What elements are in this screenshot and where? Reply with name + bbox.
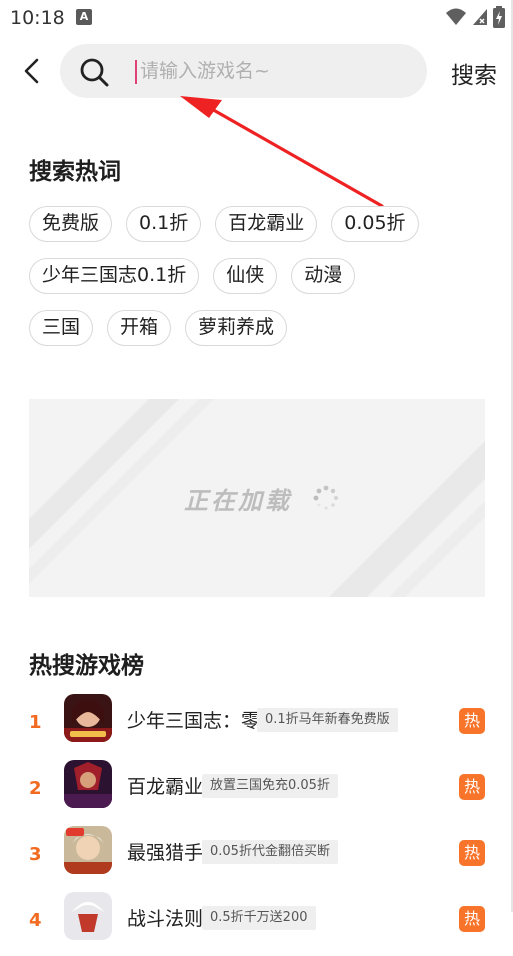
chip-hot-word[interactable]: 免费版 [29, 206, 113, 242]
chip-hot-word[interactable]: 动漫 [291, 258, 356, 294]
hot-badge: 热 [459, 840, 485, 866]
game-name: 最强猎手 [127, 842, 204, 864]
hot-words-chips: 免费版 0.1折 百龙霸业 0.05折 少年三国志0.1折 仙侠 动漫 三国 开… [29, 206, 449, 362]
chip-hot-word[interactable]: 少年三国志0.1折 [29, 258, 200, 294]
wifi-icon [446, 8, 466, 25]
game-name: 百龙霸业 [127, 776, 204, 798]
search-button[interactable]: 搜索 [451, 56, 497, 90]
battery-icon [493, 6, 505, 28]
status-time: 10:18 [10, 7, 65, 29]
chip-row: 少年三国志0.1折 仙侠 动漫 [29, 258, 449, 294]
game-icon [64, 892, 112, 940]
hot-games-title: 热搜游戏榜 [29, 653, 144, 679]
signal-icon [473, 9, 487, 25]
banner-placeholder[interactable]: 正在加载 [29, 399, 485, 597]
search-input[interactable] [140, 52, 410, 90]
search-icon [80, 58, 109, 87]
hot-badge: 热 [459, 708, 485, 734]
chip-hot-word[interactable]: 萝莉养成 [185, 310, 288, 346]
hot-badge: 热 [459, 774, 485, 800]
game-icon [64, 760, 112, 808]
rank-item[interactable]: 3 最强猎手 0.05折代金翻倍买断 热 [0, 824, 513, 890]
game-tag: 0.5折千万送200 [202, 906, 316, 930]
chip-hot-word[interactable]: 百龙霸业 [215, 206, 318, 242]
status-icons [445, 6, 505, 28]
back-arrow-icon[interactable] [18, 57, 46, 85]
chip-hot-word[interactable]: 0.1折 [126, 206, 202, 242]
rank-item[interactable]: 1 少年三国志：零 0.1折马年新春免费版 热 [0, 692, 513, 758]
game-name: 少年三国志：零 [127, 710, 261, 732]
chip-hot-word[interactable]: 0.05折 [331, 206, 419, 242]
chip-row: 免费版 0.1折 百龙霸业 0.05折 [29, 206, 449, 242]
game-icon [64, 694, 112, 742]
rank-number: 1 [29, 712, 42, 733]
chip-hot-word[interactable]: 三国 [29, 310, 94, 346]
hot-words-title: 搜索热词 [29, 159, 121, 185]
rank-number: 2 [29, 778, 42, 799]
game-tag: 放置三国免充0.05折 [202, 774, 338, 798]
rank-item[interactable]: 4 战斗法则 0.5折千万送200 热 [0, 890, 513, 956]
game-name: 战斗法则 [127, 908, 204, 930]
status-bar: 10:18 A [0, 0, 513, 36]
text-cursor [135, 60, 137, 84]
rank-number: 4 [29, 910, 42, 931]
hot-badge: 热 [459, 906, 485, 932]
rank-number: 3 [29, 844, 42, 865]
chip-row: 三国 开箱 萝莉养成 [29, 310, 449, 346]
game-tag: 0.05折代金翻倍买断 [202, 840, 338, 864]
game-icon [64, 826, 112, 874]
chip-hot-word[interactable]: 仙侠 [213, 258, 278, 294]
chip-hot-word[interactable]: 开箱 [107, 310, 172, 346]
game-tag: 0.1折马年新春免费版 [257, 708, 398, 732]
rank-item[interactable]: 2 百龙霸业 放置三国免充0.05折 热 [0, 758, 513, 824]
loading-text: 正在加载 [184, 487, 292, 515]
notification-icon: A [76, 9, 92, 25]
search-field[interactable] [60, 44, 427, 98]
loading-spinner-icon [313, 485, 338, 510]
search-bar: 搜索 [0, 42, 513, 100]
